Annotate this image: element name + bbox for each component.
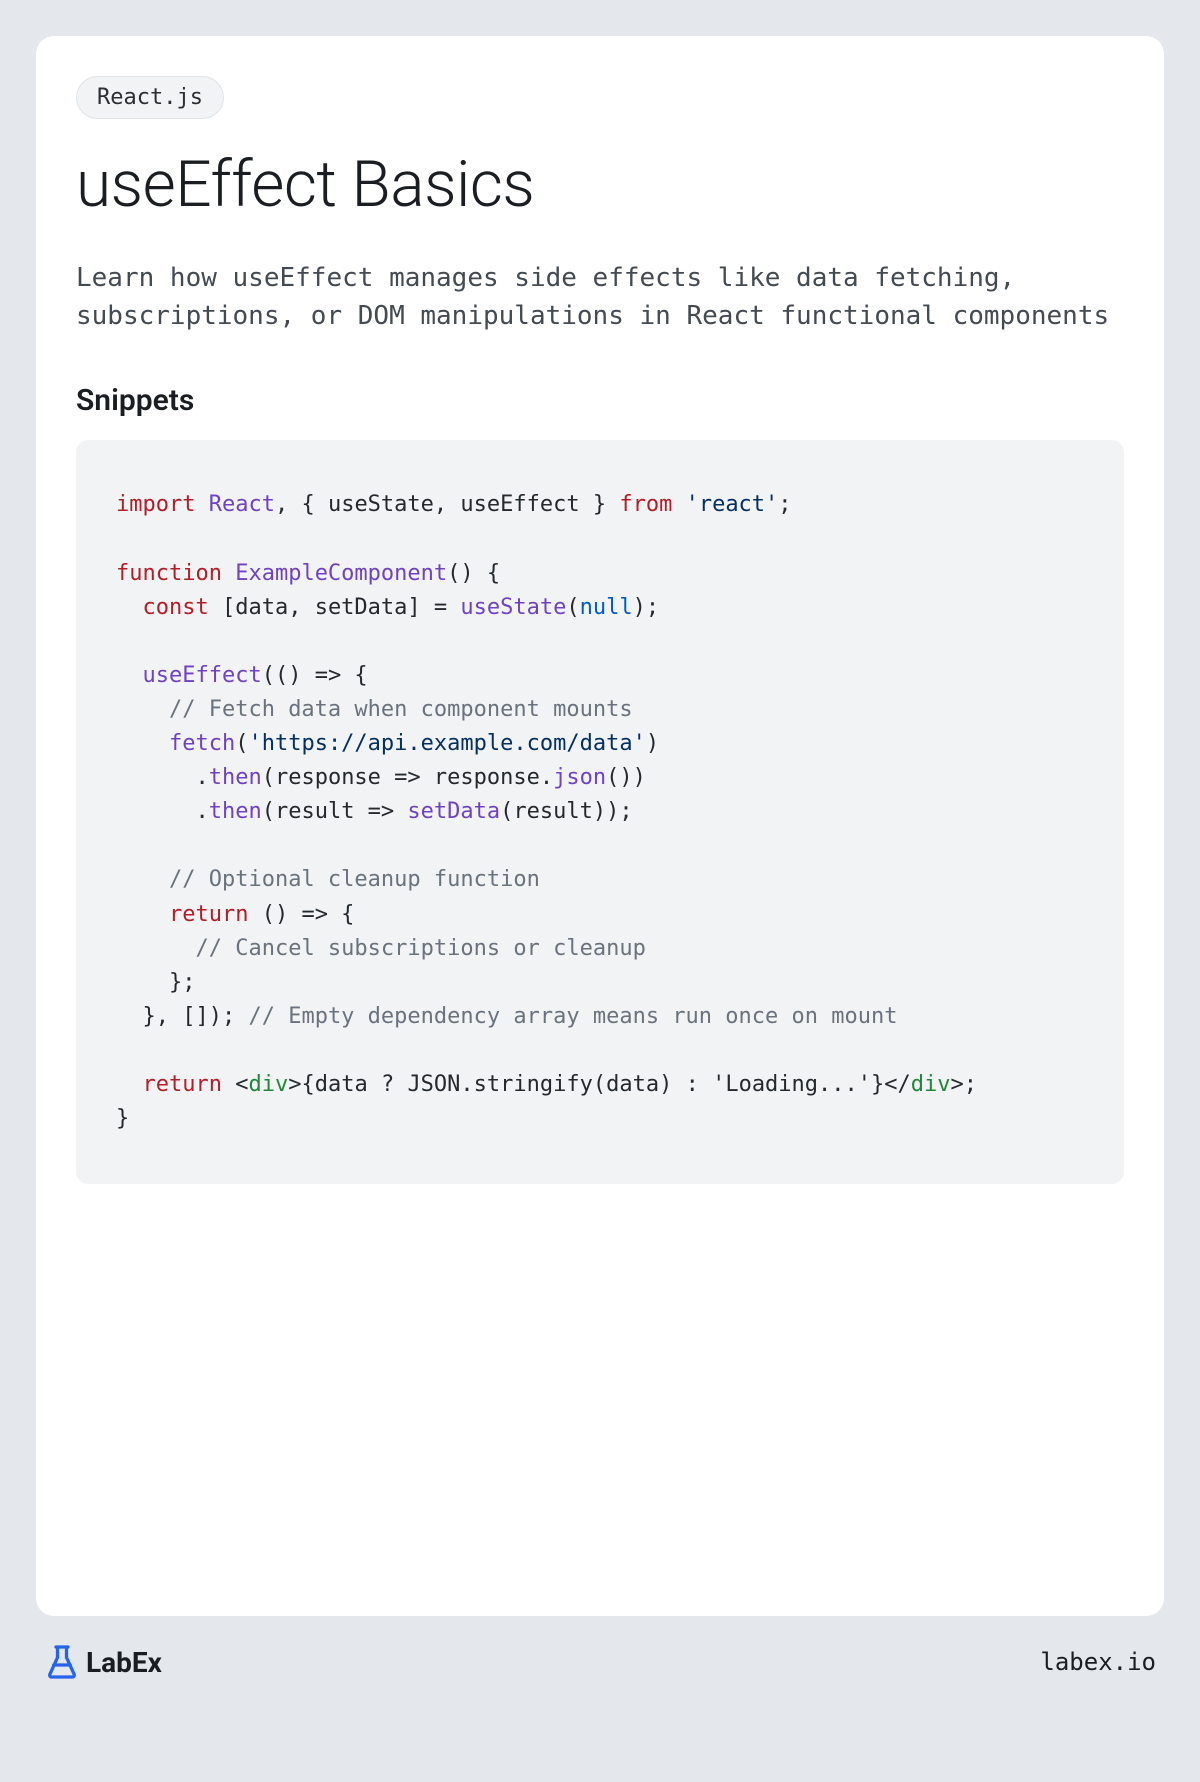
code-text: [data, setData] = <box>209 595 461 620</box>
call-useeffect: useEffect <box>143 663 262 688</box>
call-usestate: useState <box>460 595 566 620</box>
code-text: . <box>116 765 209 790</box>
page-title: useEffect Basics <box>76 147 1124 222</box>
code-text: < <box>222 1072 249 1097</box>
logo-text: LabEx <box>86 1646 162 1679</box>
ident-react: React <box>209 492 275 517</box>
jsx-tag: div <box>248 1072 288 1097</box>
technology-tag: React.js <box>76 76 224 119</box>
comment: // Empty dependency array means run once… <box>248 1004 897 1029</box>
keyword-return: return <box>143 1072 222 1097</box>
code-text: (response => response. <box>262 765 553 790</box>
logo: LabEx <box>44 1644 162 1680</box>
code-text: }; <box>116 970 195 995</box>
snippets-heading: Snippets <box>76 383 1124 418</box>
code-text: >{data ? JSON.stringify(data) : 'Loading… <box>288 1072 911 1097</box>
code-text: (result => <box>262 799 408 824</box>
keyword-function: function <box>116 561 222 586</box>
content-card: React.js useEffect Basics Learn how useE… <box>36 36 1164 1616</box>
call-then: then <box>209 799 262 824</box>
call-fetch: fetch <box>169 731 235 756</box>
call-setdata: setData <box>407 799 500 824</box>
function-name: ExampleComponent <box>235 561 447 586</box>
code-text: } <box>116 1106 129 1131</box>
comment: // Optional cleanup function <box>169 867 540 892</box>
code-text: ) <box>646 731 659 756</box>
code-text: ); <box>633 595 660 620</box>
comment: // Fetch data when component mounts <box>169 697 633 722</box>
keyword-from: from <box>619 492 672 517</box>
footer-url: labex.io <box>1040 1648 1156 1676</box>
string-literal: 'react' <box>686 492 779 517</box>
jsx-tag: div <box>911 1072 951 1097</box>
code-text: . <box>116 799 209 824</box>
flask-icon <box>44 1644 80 1680</box>
code-text: () => { <box>248 902 354 927</box>
code-text: , { useState, useEffect } <box>275 492 619 517</box>
string-literal: 'https://api.example.com/data' <box>248 731 645 756</box>
keyword-import: import <box>116 492 195 517</box>
code-text: ()) <box>606 765 646 790</box>
keyword-const: const <box>143 595 209 620</box>
keyword-null: null <box>580 595 633 620</box>
code-text: >; <box>951 1072 978 1097</box>
code-text: (result)); <box>500 799 632 824</box>
footer: LabEx labex.io <box>36 1616 1164 1680</box>
keyword-return: return <box>169 902 248 927</box>
code-snippet: import React, { useState, useEffect } fr… <box>76 440 1124 1184</box>
code-text: ( <box>566 595 579 620</box>
comment: // Cancel subscriptions or cleanup <box>195 936 645 961</box>
call-json: json <box>553 765 606 790</box>
code-text: ( <box>235 731 248 756</box>
description-text: Learn how useEffect manages side effects… <box>76 260 1124 335</box>
code-text: }, []); <box>116 1004 248 1029</box>
code-text: () { <box>447 561 500 586</box>
call-then: then <box>209 765 262 790</box>
code-text: (() => { <box>262 663 368 688</box>
